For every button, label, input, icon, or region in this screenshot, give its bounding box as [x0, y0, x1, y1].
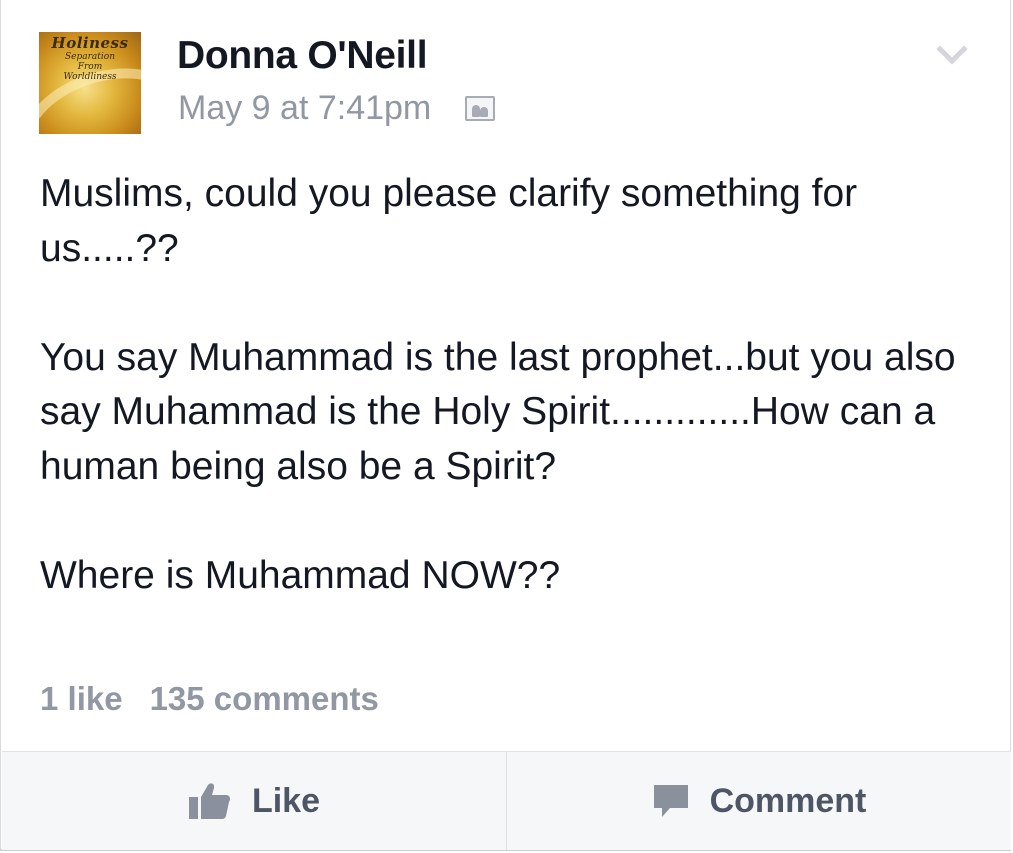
like-count[interactable]: 1 like: [40, 680, 123, 718]
post-stats: 1 like 135 comments: [40, 680, 379, 718]
avatar[interactable]: Holiness Separation From Worldliness: [39, 32, 141, 134]
comment-bubble-icon: [652, 782, 690, 820]
like-label: Like: [251, 781, 321, 820]
comment-button[interactable]: Comment: [506, 752, 1011, 850]
avatar-line-3: From: [77, 62, 103, 72]
post-text: Muslims, could you please clarify someth…: [40, 172, 956, 597]
avatar-line-1: Holiness: [51, 34, 129, 52]
friends-icon[interactable]: [465, 96, 496, 121]
avatar-line-2: Separation: [65, 52, 115, 62]
author-name[interactable]: Donna O'Neill: [177, 34, 428, 78]
thumbs-up-icon: [188, 781, 232, 821]
post-card: Holiness Separation From Worldliness Don…: [0, 0, 1011, 851]
post-timestamp[interactable]: May 9 at 7:41pm: [178, 89, 431, 128]
avatar-logo-text: Holiness Separation From Worldliness: [39, 36, 141, 82]
comment-count[interactable]: 135 comments: [150, 680, 379, 718]
comment-label: Comment: [709, 781, 867, 820]
chevron-down-icon[interactable]: [936, 33, 968, 65]
post-meta: May 9 at 7:41pm: [178, 89, 496, 128]
like-button[interactable]: Like: [2, 752, 506, 850]
avatar-line-4: Worldliness: [63, 72, 117, 82]
action-bar: Like Comment: [2, 751, 1011, 850]
